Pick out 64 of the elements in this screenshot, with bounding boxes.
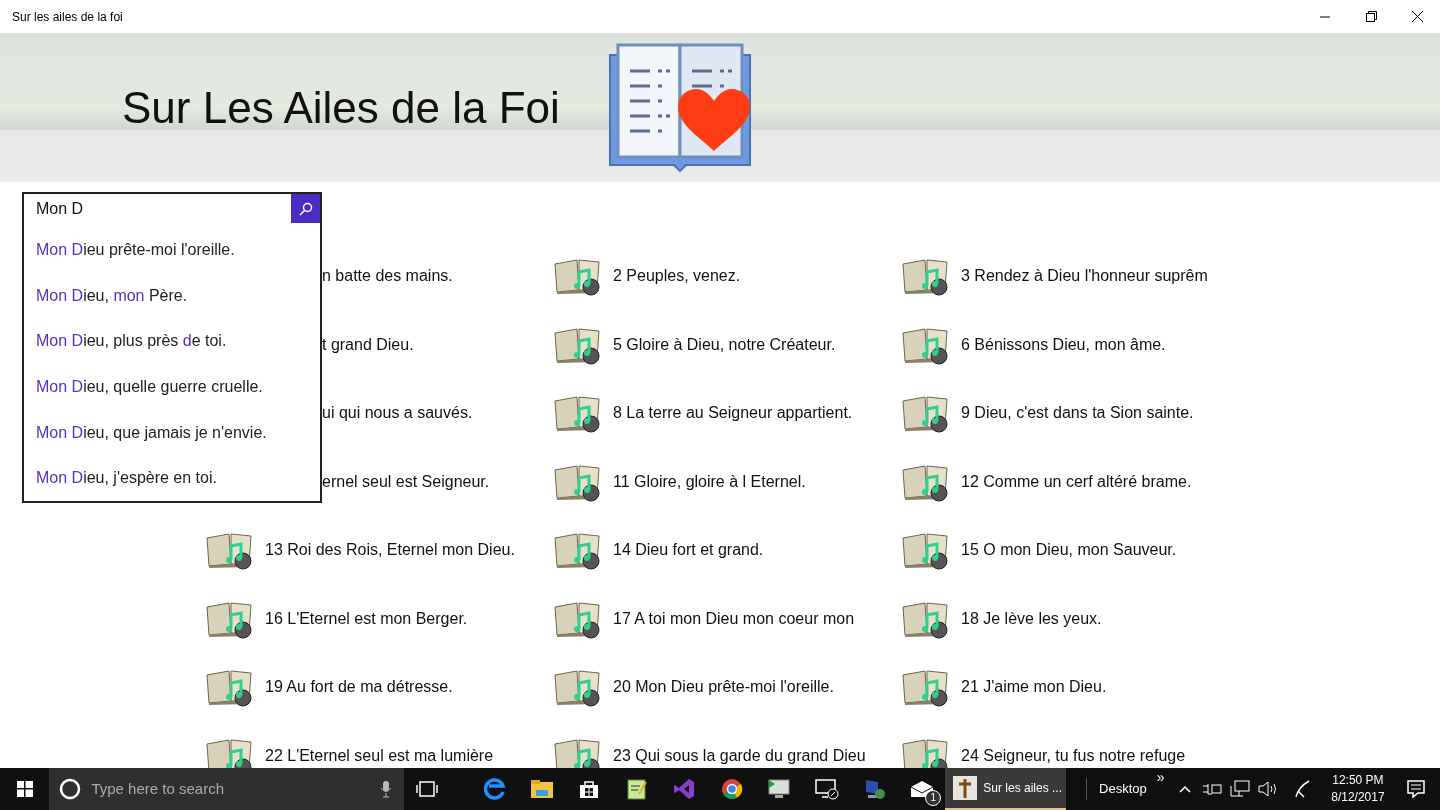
song-title[interactable]: n batte des mains. [322,264,453,288]
suggestion-item[interactable]: Mon Dieu, j'espère en toi. [24,455,320,502]
suggestion-item[interactable]: Mon Dieu prête-moi l'oreille. [24,227,320,273]
taskbar-app[interactable]: 1 [897,768,946,810]
restore-icon [1365,11,1377,22]
song-title[interactable]: 3 Rendez à Dieu l'honneur suprêm [961,264,1208,288]
monitor-icon [767,778,792,800]
browser-e-icon [483,778,506,800]
suggestion-item[interactable]: Mon Dieu, quelle guerre cruelle. [24,364,320,410]
song-title[interactable]: 23 Qui sous la garde du grand Dieu [613,743,866,768]
song-title[interactable]: 11 Gloire, gloire à l Eternel. [613,469,806,494]
active-app-button[interactable]: Sur les ailes ... [945,768,1067,810]
song-title[interactable]: 12 Comme un cerf altéré brame. [961,469,1192,494]
search-input[interactable]: Mon D [24,194,291,223]
mail-badge: 1 [925,790,942,806]
song-title[interactable]: 8 La terre au Seigneur appartient. [613,401,853,425]
taskbar-search-field[interactable]: Type here to search [49,768,404,810]
song-title[interactable]: 15 O mon Dieu, mon Sauveur. [961,538,1177,562]
song-title[interactable]: 18 Je lève les yeux. [961,606,1102,631]
infinity-ribbon-icon [673,778,696,800]
song-title[interactable]: 22 L'Eternel seul est ma lumière [265,743,494,768]
taskbar-search-placeholder: Type here to search [91,778,224,799]
chrome-icon [720,778,743,800]
song-title[interactable]: t grand Dieu. [322,332,414,357]
song-title[interactable]: ernel seul est Seigneur. [322,469,490,494]
song-title[interactable]: 16 L'Eternel est mon Berger. [265,606,468,631]
song-title[interactable]: 20 Mon Dieu prête-moi l'oreille. [613,675,834,699]
song-title[interactable]: ui qui nous a sauvés. [322,401,473,425]
caret-up-icon [1179,785,1192,793]
power-plug-icon[interactable] [1202,781,1223,797]
song-title[interactable]: 24 Seigneur, tu fus notre refuge [961,743,1186,768]
close-icon [1411,11,1423,22]
song-title[interactable]: 9 Dieu, c'est dans ta Sion sainte. [961,401,1194,425]
windows-logo-icon [16,781,33,797]
remote-monitor-icon [814,778,839,800]
cross-icon [953,776,978,800]
network-icon[interactable] [1230,780,1250,798]
clock[interactable]: 12:50 PM 8/12/2017 [1323,772,1393,806]
microphone-icon [379,780,392,798]
desktop-toolbar-button[interactable]: Desktop [1099,768,1147,810]
task-view-icon [416,781,439,797]
suggestion-item[interactable]: Mon Dieu, mon Père. [24,272,320,319]
app-title: Sur Les Ailes de la Foi [122,81,560,134]
song-title[interactable]: 17 A toi mon Dieu mon coeur mon [613,606,855,631]
song-title[interactable]: 2 Peuples, venez. [613,264,741,288]
notepad-icon [626,778,647,800]
message-icon [1407,780,1426,798]
search-box[interactable]: Mon D [22,192,322,225]
search-icon [298,201,313,216]
toolbar-overflow-chevron[interactable]: » [1156,770,1165,784]
song-title[interactable]: 19 Au fort de ma détresse. [265,675,453,699]
search-button[interactable] [291,194,320,223]
song-title[interactable]: 21 J'aime mon Dieu. [961,675,1107,699]
folder-icon [530,780,553,798]
song-title[interactable]: 13 Roi des Rois, Eternel mon Dieu. [265,538,515,562]
speaker-icon[interactable] [1257,781,1278,797]
song-title[interactable]: 14 Dieu fort et grand. [613,538,764,562]
song-title[interactable]: 5 Gloire à Dieu, notre Créateur. [613,332,836,357]
suggestion-item[interactable]: Mon Dieu, plus près de toi. [24,318,320,364]
song-title[interactable]: 6 Bénissons Dieu, mon âme. [961,332,1166,357]
cortana-circle-icon [59,778,82,800]
suggestion-item[interactable]: Mon Dieu, que jamais je n'envie. [24,409,320,456]
window-title: Sur les ailes de la foi [12,8,123,26]
store-bag-icon [579,779,600,799]
